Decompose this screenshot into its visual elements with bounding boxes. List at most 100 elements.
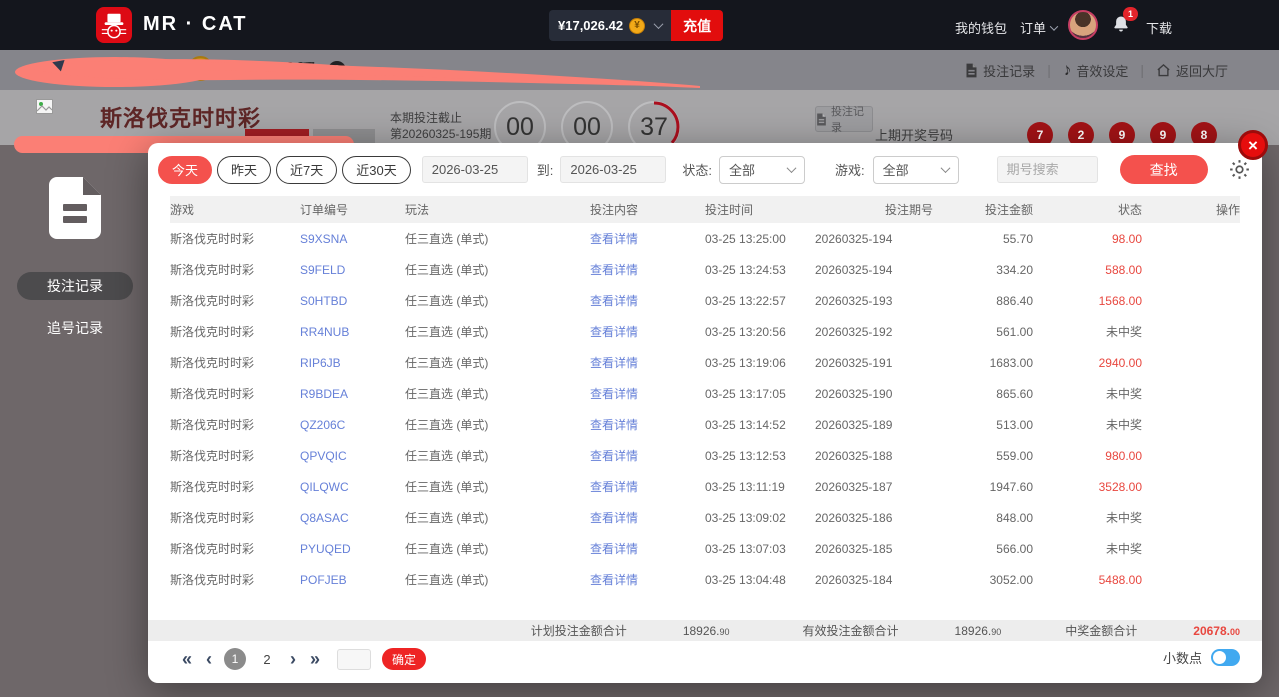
cell-order-id[interactable]: S9XSNA: [300, 223, 405, 254]
game-select-value: 全部: [882, 163, 909, 178]
table-row: 斯洛伐克时时彩 RR4NUB 任三直选 (单式) 查看详情 03-25 13:2…: [170, 316, 1240, 347]
page-jump-input[interactable]: [337, 648, 372, 670]
countdown-digits: 00: [573, 112, 601, 141]
orders-menu[interactable]: 订单: [1020, 18, 1059, 37]
view-detail-link[interactable]: 查看详情: [590, 449, 638, 463]
table-row: 斯洛伐克时时彩 S0HTBD 任三直选 (单式) 查看详情 03-25 13:2…: [170, 285, 1240, 316]
game-title: 斯洛伐克时时彩: [100, 106, 262, 131]
cell-order-id[interactable]: Q8ASAC: [300, 502, 405, 533]
page-number-button[interactable]: 2: [256, 648, 278, 670]
view-detail-link[interactable]: 查看详情: [590, 232, 638, 246]
page-number-button[interactable]: 1: [224, 648, 247, 670]
first-page-button[interactable]: «: [175, 650, 199, 668]
bet-record-link[interactable]: 投注记录: [965, 61, 1035, 80]
cell-bet-time: 03-25 13:24:53: [705, 262, 786, 277]
cell-actions: [1142, 502, 1240, 533]
gear-icon[interactable]: [1228, 158, 1251, 181]
date-from-input[interactable]: 2026-03-25: [421, 156, 528, 183]
sidebar-item[interactable]: 投注记录: [17, 272, 133, 300]
cell-status: 未中奖: [1105, 542, 1142, 556]
balance-dropdown[interactable]: ¥17,026.42 ¥: [549, 10, 672, 41]
status-select[interactable]: 全部: [718, 155, 805, 184]
summary-label: 计划投注金额合计: [530, 624, 627, 638]
chevron-down-icon: [786, 163, 797, 174]
search-button[interactable]: 查找: [1119, 155, 1208, 184]
document-icon: [965, 63, 978, 78]
view-detail-link[interactable]: 查看详情: [590, 294, 638, 308]
table-row: 斯洛伐克时时彩 S9FELD 任三直选 (单式) 查看详情 03-25 13:2…: [170, 254, 1240, 285]
quick-filter-button[interactable]: 近30天: [342, 155, 411, 184]
recharge-button[interactable]: 充值: [671, 10, 724, 41]
quick-filter-button[interactable]: 今天: [158, 155, 213, 184]
cell-period: 20260325-184: [815, 572, 893, 587]
cell-order-id[interactable]: RIP6JB: [300, 347, 405, 378]
status-label: 状态:: [682, 163, 712, 178]
view-detail-link[interactable]: 查看详情: [590, 263, 638, 277]
wallet-link[interactable]: 我的钱包: [955, 18, 1007, 37]
refresh-balance-button[interactable]: [296, 60, 315, 84]
page-confirm-button[interactable]: 确定: [382, 648, 427, 670]
view-detail-link[interactable]: 查看详情: [590, 480, 638, 494]
bet-records-table: 游戏 订单编号 玩法 投注内容 投注时间 投注期号 投注金额 状态 操作 斯洛伐克时时彩 S9X…: [170, 196, 1240, 595]
top-header-bar: MR · CAT ¥17,026.42 ¥ 充值 我的钱包 订单 1 下载: [0, 0, 1279, 50]
bet-record-label: 投注记录: [983, 63, 1036, 79]
view-detail-link[interactable]: 查看详情: [590, 387, 638, 401]
eye-toggle-button[interactable]: [327, 60, 347, 85]
cell-order-id[interactable]: QILQWC: [300, 471, 405, 502]
avatar[interactable]: [1068, 10, 1098, 40]
quick-filter-button[interactable]: 昨天: [217, 155, 272, 184]
view-detail-link[interactable]: 查看详情: [590, 573, 638, 587]
cell-order-id[interactable]: S0HTBD: [300, 285, 405, 316]
decimal-toggle[interactable]: [1211, 649, 1240, 666]
game-select[interactable]: 全部: [872, 155, 959, 184]
cell-order-id[interactable]: POFJEB: [300, 564, 405, 595]
column-header: 游戏: [170, 196, 300, 223]
cell-play-type: 任三直选 (单式): [405, 356, 489, 370]
to-label: 到:: [536, 163, 554, 178]
close-modal-button[interactable]: ×: [1238, 130, 1268, 160]
period-search-input[interactable]: [996, 156, 1098, 183]
brand-logo[interactable]: [96, 7, 132, 43]
cell-bet-time: 03-25 13:20:56: [705, 324, 786, 339]
table-row: 斯洛伐克时时彩 POFJEB 任三直选 (单式) 查看详情 03-25 13:0…: [170, 564, 1240, 595]
cell-order-id[interactable]: QPVQIC: [300, 440, 405, 471]
cell-play-type: 任三直选 (单式): [405, 449, 489, 463]
cell-order-id[interactable]: S9FELD: [300, 254, 405, 285]
date-to-input[interactable]: 2026-03-25: [560, 156, 667, 183]
cell-actions: [1142, 285, 1240, 316]
view-detail-link[interactable]: 查看详情: [590, 542, 638, 556]
cell-status: 未中奖: [1105, 387, 1142, 401]
cell-game: 斯洛伐克时时彩: [170, 480, 255, 494]
bet-record-button[interactable]: 投注记录: [815, 106, 873, 134]
cell-game: 斯洛伐克时时彩: [170, 511, 255, 525]
toggle-knob: [1213, 651, 1226, 664]
cell-order-id[interactable]: RR4NUB: [300, 316, 405, 347]
cell-play-type: 任三直选 (单式): [405, 480, 489, 494]
cell-play-type: 任三直选 (单式): [405, 418, 489, 432]
cell-bet-time: 03-25 13:25:00: [705, 231, 786, 246]
cell-play-type: 任三直选 (单式): [405, 263, 489, 277]
cell-order-id[interactable]: R9BDEA: [300, 378, 405, 409]
prev-page-button[interactable]: ‹: [199, 650, 219, 668]
broken-image-icon: [36, 99, 53, 119]
next-page-button[interactable]: ›: [283, 650, 303, 668]
view-detail-link[interactable]: 查看详情: [590, 325, 638, 339]
cell-order-id[interactable]: QZ206C: [300, 409, 405, 440]
sidebar-item[interactable]: 追号记录: [0, 314, 150, 342]
cell-order-id[interactable]: PYUQED: [300, 533, 405, 564]
return-lobby-link[interactable]: 返回大厅: [1156, 61, 1228, 80]
last-page-button[interactable]: »: [303, 650, 327, 668]
cell-actions: [1142, 440, 1240, 471]
view-detail-link[interactable]: 查看详情: [590, 356, 638, 370]
download-link[interactable]: 下载: [1146, 18, 1172, 37]
cell-period: 20260325-186: [815, 510, 893, 525]
table-row: 斯洛伐克时时彩 PYUQED 任三直选 (单式) 查看详情 03-25 13:0…: [170, 533, 1240, 564]
cell-play-type: 任三直选 (单式): [405, 573, 489, 587]
cell-bet-time: 03-25 13:22:57: [705, 293, 786, 308]
quick-filter-button[interactable]: 近7天: [276, 155, 338, 184]
summary-label: 中奖金额合计: [1065, 624, 1138, 638]
summary-label: 有效投注金额合计: [802, 624, 899, 638]
sound-settings-link[interactable]: ♪ 音效设定: [1061, 59, 1129, 80]
view-detail-link[interactable]: 查看详情: [590, 418, 638, 432]
view-detail-link[interactable]: 查看详情: [590, 511, 638, 525]
